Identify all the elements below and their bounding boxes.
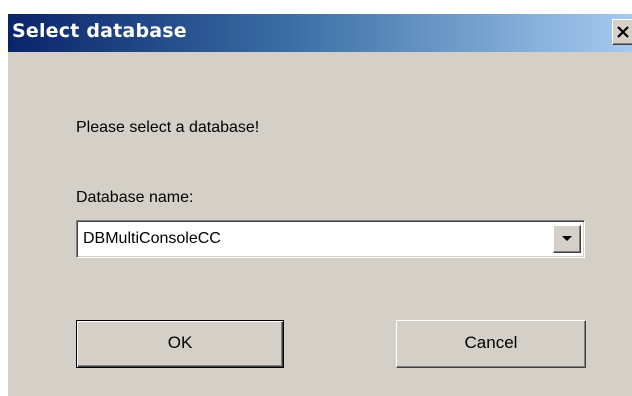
title-bar[interactable]: Select database	[8, 14, 632, 52]
dialog-title: Select database	[12, 20, 187, 42]
cancel-button[interactable]: Cancel	[396, 320, 586, 368]
database-select[interactable]: DBMultiConsoleCC	[76, 220, 585, 258]
ok-button[interactable]: OK	[76, 320, 284, 368]
close-button[interactable]	[612, 19, 632, 45]
chevron-down-icon	[562, 236, 572, 241]
prompt-text: Please select a database!	[76, 119, 260, 136]
database-name-label: Database name:	[76, 189, 194, 206]
database-select-value: DBMultiConsoleCC	[83, 230, 221, 247]
dropdown-button[interactable]	[553, 225, 581, 253]
select-database-dialog: Select database Please select a database…	[8, 14, 632, 396]
close-icon	[617, 26, 629, 38]
